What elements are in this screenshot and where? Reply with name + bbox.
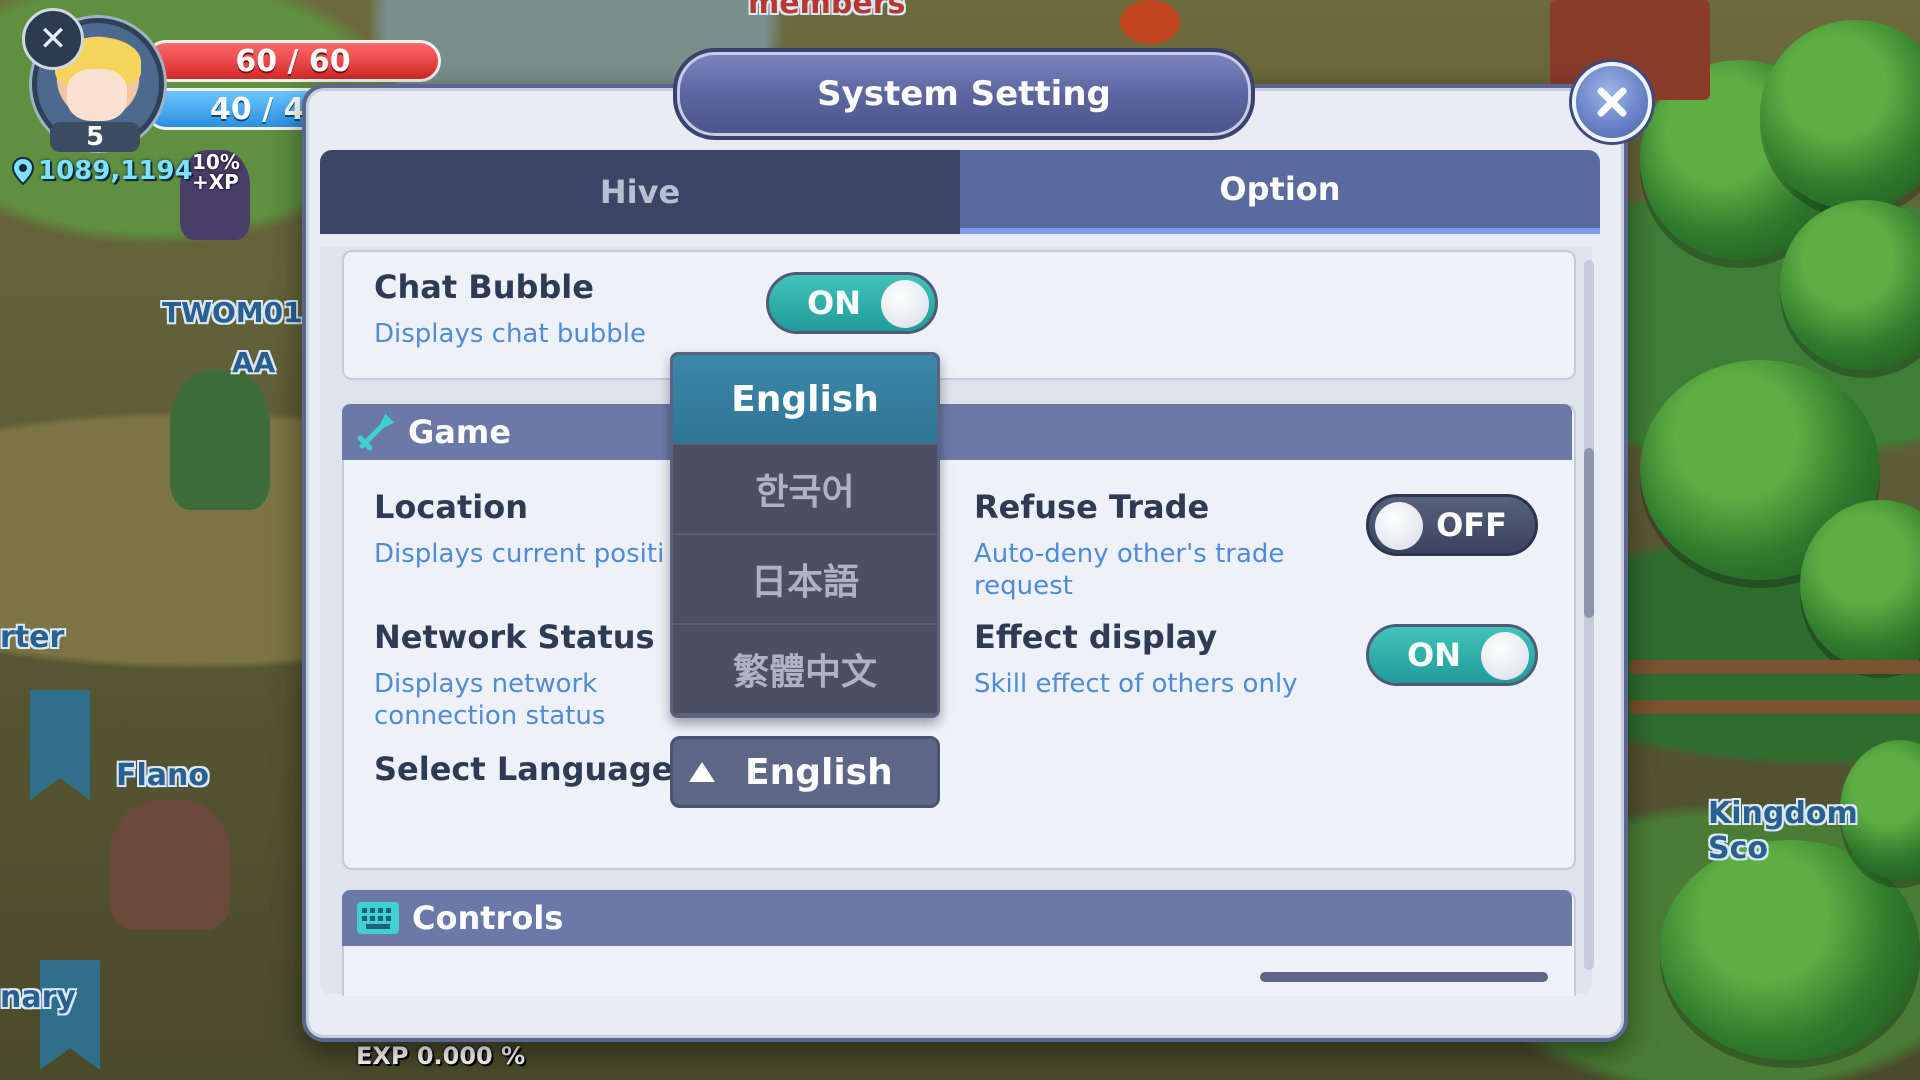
network-status-desc-line1: Displays network — [374, 669, 598, 699]
exp-readout: EXP 0.000 % — [356, 1042, 526, 1070]
player-sprite — [170, 370, 270, 510]
hp-bar: 60 / 60 — [145, 40, 441, 82]
toggle-state-label: OFF — [1436, 506, 1507, 544]
settings-tabs: Hive Option — [320, 150, 1600, 234]
effect-display-desc: Skill effect of others only — [974, 669, 1298, 699]
refuse-trade-title: Refuse Trade — [974, 488, 1210, 526]
language-select-value: English — [745, 751, 893, 793]
toggle-knob — [1375, 502, 1423, 550]
menu-gear-icon[interactable]: ✕ — [22, 8, 84, 70]
refuse-trade-desc-line1: Auto-deny other's trade — [974, 539, 1285, 569]
network-status-desc-line2: connection status — [374, 701, 606, 731]
tab-hive[interactable]: Hive — [320, 150, 960, 234]
toggle-knob — [881, 280, 929, 328]
language-option-traditional-chinese[interactable]: 繁體中文 — [673, 625, 937, 715]
mp-bar: 40 / 4 — [145, 88, 325, 130]
coordinates-readout: 1089,1194 — [12, 156, 193, 186]
chat-bubble-desc: Displays chat bubble — [374, 319, 647, 349]
mp-value: 40 / 4 — [210, 91, 305, 127]
effect-display-title: Effect display — [974, 618, 1218, 656]
world-label-nary: nary — [0, 980, 76, 1015]
game-section-title: Game — [408, 413, 511, 451]
player-sprite — [110, 800, 230, 930]
game-section-header: Game — [342, 404, 1572, 460]
refuse-trade-toggle[interactable]: OFF — [1366, 494, 1538, 556]
hp-value: 60 / 60 — [235, 43, 351, 79]
avatar-face — [67, 69, 127, 121]
language-dropdown: English 한국어 日本語 繁體中文 — [670, 352, 940, 718]
world-label-flano: Flano — [116, 758, 209, 793]
effect-display-toggle[interactable]: ON — [1366, 624, 1538, 686]
language-option-english[interactable]: English — [673, 355, 937, 445]
scrollbar-thumb[interactable] — [1584, 448, 1594, 618]
sword-icon — [357, 413, 395, 451]
chat-bubble-toggle[interactable]: ON — [766, 272, 938, 334]
language-option-korean[interactable]: 한국어 — [673, 445, 937, 535]
tab-option[interactable]: Option — [960, 150, 1600, 234]
keyboard-icon — [357, 902, 399, 934]
world-label-guild: TWOM01 — [162, 296, 303, 329]
close-icon — [1597, 87, 1627, 117]
fence — [1630, 660, 1920, 674]
toggle-knob — [1481, 632, 1529, 680]
world-object — [1120, 0, 1180, 44]
dialog-title: System Setting — [673, 48, 1255, 140]
chat-bubble-title: Chat Bubble — [374, 268, 594, 306]
world-label-kingdom: Kingdom Sco — [1708, 796, 1858, 866]
pin-icon — [12, 157, 34, 185]
location-desc: Displays current positi — [374, 539, 665, 569]
refuse-trade-desc-line2: request — [974, 571, 1073, 601]
world-label-player: AA — [232, 346, 276, 379]
controls-section-title: Controls — [412, 899, 564, 937]
language-option-japanese[interactable]: 日本語 — [673, 535, 937, 625]
select-language-title: Select Language — [374, 750, 674, 788]
location-title: Location — [374, 488, 528, 526]
buff-xp-label: 10% +XP — [192, 150, 240, 194]
triangle-up-icon — [689, 762, 715, 782]
controls-section-header: Controls — [342, 890, 1572, 946]
network-status-title: Network Status — [374, 618, 655, 656]
fence — [1630, 700, 1920, 714]
toggle-state-label: ON — [807, 284, 861, 322]
world-label-members: members — [748, 0, 906, 21]
world-label-porter: rter — [0, 620, 65, 655]
coordinates-value: 1089,1194 — [38, 156, 193, 186]
close-button[interactable] — [1572, 62, 1652, 142]
level-badge: 5 — [50, 122, 140, 152]
controls-slider-track[interactable] — [1260, 972, 1548, 982]
language-select[interactable]: English — [670, 736, 940, 808]
toggle-state-label: ON — [1407, 636, 1461, 674]
